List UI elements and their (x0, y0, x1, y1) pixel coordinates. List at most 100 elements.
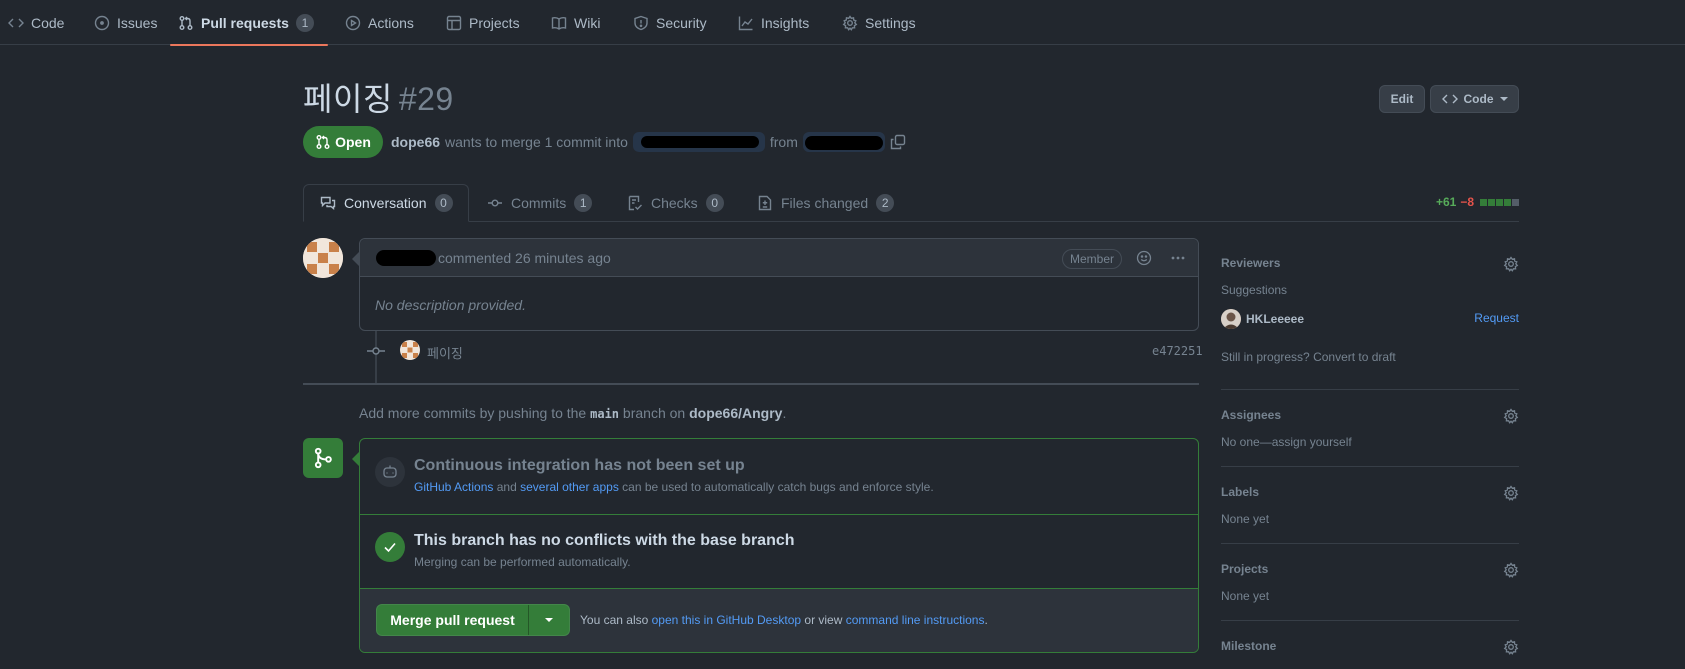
nav-item-projects[interactable]: Projects (438, 0, 528, 45)
nav-item-actions[interactable]: Actions (337, 0, 422, 45)
merge-text: wants to merge 1 commit into (445, 134, 628, 150)
merge-pull-request-button[interactable]: Merge pull request (377, 605, 528, 635)
conflict-subtitle: Merging can be performed automatically. (414, 555, 631, 569)
kebab-horizontal-icon[interactable] (1170, 250, 1186, 266)
commit-sha[interactable]: e472251 (1152, 344, 1203, 358)
convert-to-draft-link[interactable]: Convert to draft (1313, 350, 1396, 364)
nav-item-issues[interactable]: Issues (86, 0, 165, 45)
assignees-value[interactable]: No one—assign yourself (1221, 435, 1352, 449)
ci-status-row: Continuous integration has not been set … (360, 439, 1198, 515)
merge-alternatives: You can also open this in GitHub Desktop… (580, 613, 988, 627)
comment-box: commented 26 minutes ago Member No descr… (359, 238, 1199, 331)
gear-icon[interactable] (1503, 485, 1519, 501)
nav-item-wiki[interactable]: Wiki (543, 0, 608, 45)
push-hint-suffix: . (782, 405, 787, 421)
also-text: You can also (580, 613, 649, 627)
code-icon (8, 15, 24, 31)
commit-icon (367, 343, 385, 359)
avatar[interactable] (303, 238, 343, 278)
tab-checks[interactable]: Checks 0 (611, 184, 740, 222)
merge-method-dropdown[interactable] (528, 605, 569, 635)
comment-timestamp[interactable]: commented 26 minutes ago (438, 250, 611, 266)
smiley-icon[interactable] (1136, 250, 1152, 266)
commit-message[interactable]: 페이징 (427, 343, 463, 362)
gear-icon (842, 14, 858, 31)
gear-icon[interactable] (1503, 256, 1519, 272)
issue-icon (94, 15, 110, 31)
nav-item-pull-requests[interactable]: Pull requests 1 (170, 0, 328, 46)
nav-item-code[interactable]: Code (0, 0, 72, 45)
milestone-heading: Milestone (1221, 639, 1277, 653)
nav-item-insights[interactable]: Insights (730, 0, 817, 45)
assignees-heading: Assignees (1221, 408, 1282, 422)
nav-item-label: Pull requests (201, 14, 289, 31)
tab-label: Checks (651, 195, 698, 211)
redacted-block (640, 136, 759, 148)
tab-conversation[interactable]: Conversation 0 (303, 184, 469, 222)
pull-request-count: 1 (295, 13, 314, 32)
push-hint-middle: branch on (622, 405, 686, 421)
ci-and: and (496, 480, 517, 494)
diff-additions: +61 (1435, 195, 1457, 209)
git-merge-icon (303, 438, 343, 478)
avatar[interactable] (400, 340, 420, 360)
labels-section: Labels None yet (1221, 485, 1519, 544)
check-icon (375, 532, 405, 562)
period: . (984, 613, 988, 627)
request-review-link[interactable]: Request (1474, 311, 1519, 325)
author-link[interactable]: dope66 (391, 134, 440, 150)
conflict-title: This branch has no conflicts with the ba… (414, 532, 795, 549)
base-branch[interactable] (632, 132, 765, 152)
triangle-down-icon (1499, 95, 1508, 103)
nav-item-label: Insights (761, 14, 810, 31)
pull-request-icon (178, 15, 194, 31)
graph-icon (738, 15, 754, 31)
merge-button-group: Merge pull request (376, 604, 570, 636)
nav-item-label: Code (31, 14, 65, 31)
state-label: Open (335, 134, 371, 150)
gear-icon[interactable] (1503, 639, 1519, 655)
merge-footer: Merge pull request You can also open thi… (360, 589, 1198, 652)
nav-item-label: Issues (117, 14, 158, 31)
tab-files-changed[interactable]: Files changed 2 (741, 184, 910, 222)
tab-commits[interactable]: Commits 1 (471, 184, 608, 222)
copy-icon[interactable] (890, 134, 906, 150)
triangle-down-icon (544, 616, 554, 624)
timeline-divider (303, 383, 1199, 385)
checklist-icon (627, 195, 643, 211)
other-apps-link[interactable]: several other apps (520, 480, 619, 494)
suggested-reviewer-name[interactable]: HKLeeeee (1246, 312, 1304, 326)
github-actions-link[interactable]: GitHub Actions (414, 480, 493, 494)
command-line-link[interactable]: command line instructions (846, 613, 985, 627)
avatar[interactable] (1221, 309, 1241, 329)
commit-icon (487, 195, 503, 211)
gear-icon[interactable] (1503, 408, 1519, 424)
redacted-block (804, 136, 883, 150)
comment-header: commented 26 minutes ago Member (360, 239, 1198, 277)
nav-item-security[interactable]: Security (625, 0, 715, 45)
head-branch[interactable] (802, 132, 885, 152)
diffstat: +61 −8 (1436, 195, 1519, 209)
repo-link[interactable]: dope66/Angry (689, 405, 782, 421)
nav-item-label: Projects (469, 14, 520, 31)
tab-label: Commits (511, 195, 567, 211)
code-dropdown-button[interactable]: Code (1430, 85, 1519, 113)
or-view-text: or view (804, 613, 843, 627)
robot-icon (375, 457, 405, 487)
assignees-section: Assignees No one—assign yourself (1221, 408, 1519, 467)
diff-deletions: −8 (1460, 195, 1474, 209)
github-desktop-link[interactable]: open this in GitHub Desktop (652, 613, 801, 627)
diffstat-blocks (1480, 198, 1519, 206)
edit-button[interactable]: Edit (1379, 85, 1425, 113)
ci-title: Continuous integration has not been set … (414, 457, 745, 474)
tab-label: Conversation (344, 195, 427, 211)
labels-heading: Labels (1221, 485, 1260, 499)
nav-item-settings[interactable]: Settings (834, 0, 924, 45)
comment-body: No description provided. (375, 297, 526, 313)
tab-label: Files changed (781, 195, 869, 211)
page-title: 페이징 #29 (303, 74, 454, 120)
projects-value: None yet (1221, 589, 1270, 603)
gear-icon[interactable] (1503, 562, 1519, 578)
nav-item-label: Actions (368, 14, 414, 31)
tab-count: 1 (574, 194, 593, 212)
